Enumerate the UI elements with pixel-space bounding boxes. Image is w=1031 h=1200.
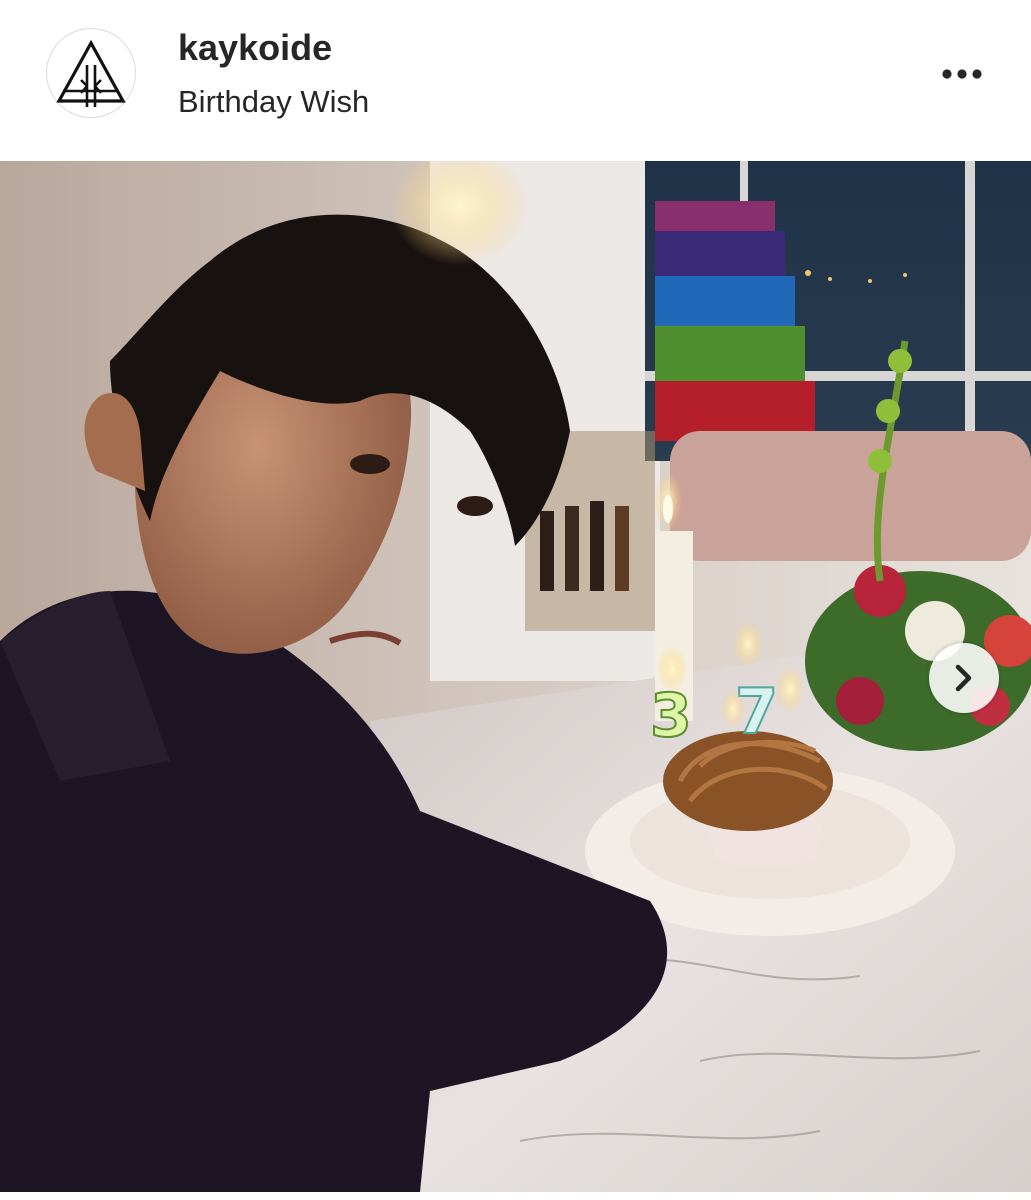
chevron-right-icon xyxy=(955,664,972,692)
post-photo[interactable]: 3 7 xyxy=(0,161,1031,1192)
location-link[interactable]: Birthday Wish xyxy=(178,82,369,122)
post-header: kaykoide Birthday Wish xyxy=(0,0,1031,160)
birthday-selfie-photo: 3 7 xyxy=(0,161,1031,1192)
carousel-next-button[interactable] xyxy=(929,643,999,713)
more-horizontal-icon xyxy=(942,69,982,79)
more-options-button[interactable] xyxy=(934,52,990,96)
profile-avatar[interactable] xyxy=(46,28,136,118)
username-link[interactable]: kaykoide xyxy=(178,26,332,70)
kk-triangle-logo-icon xyxy=(56,39,126,107)
